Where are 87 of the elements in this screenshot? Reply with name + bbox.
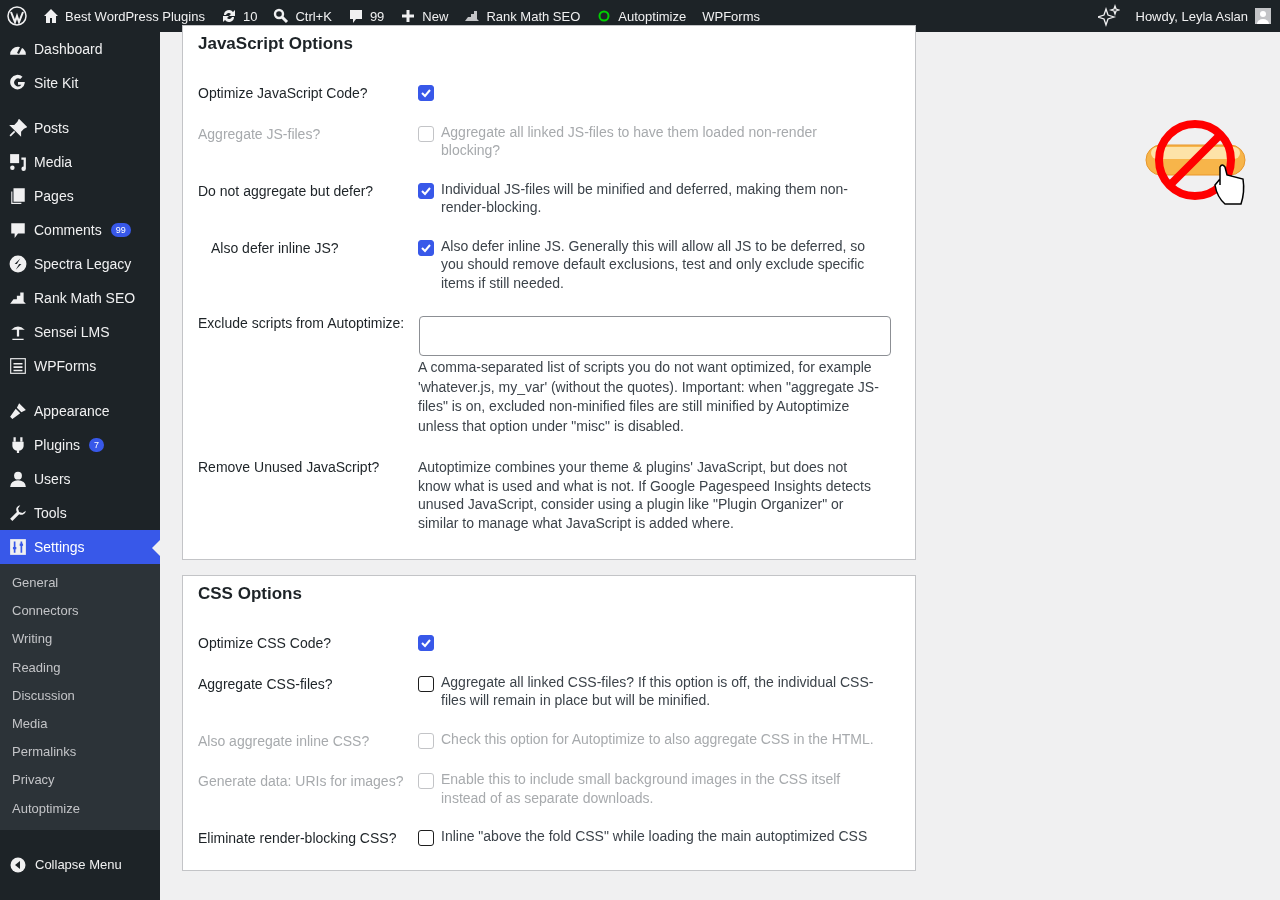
toolbar-link[interactable]: WPForms xyxy=(702,8,760,24)
option-label: Optimize CSS Code? xyxy=(198,634,333,653)
menu-item[interactable]: Settings xyxy=(0,530,160,564)
field-description: A comma-separated list of scripts you do not want optimized, for example 'whatever.js, my_var' (without the quotes). Important: when "aggregate JS-files" is on, excluded non-minified files are still minified by Autoptimize unless that option under "misc" is disabled. xyxy=(418,358,880,436)
option-label: Eliminate render-blocking CSS? xyxy=(198,829,398,848)
exclude-scripts-field[interactable] xyxy=(419,316,891,356)
submenu-item[interactable]: Discussion xyxy=(0,681,160,710)
menu-item[interactable]: Sensei LMS xyxy=(0,315,160,349)
chart-icon xyxy=(9,289,27,307)
checkbox[interactable] xyxy=(418,182,434,199)
submenu-item[interactable]: Media xyxy=(0,709,160,739)
menu-item[interactable]: Appearance xyxy=(0,394,160,428)
tree-icon xyxy=(9,323,27,341)
sliders-icon xyxy=(9,538,27,556)
option-description: Check this option for Autoptimize to also aggregate CSS in the HTML. xyxy=(441,729,875,748)
menu-item[interactable]: Comments 99 xyxy=(0,213,160,247)
wordpress-logo-icon[interactable] xyxy=(7,6,27,26)
toolbar-link[interactable]: Ctrl+K xyxy=(295,8,332,24)
option-description: Aggregate all linked CSS-files? If this option is off, the individual CSS-files will remain in place but will be minified. xyxy=(441,672,875,710)
submenu-item[interactable]: Autoptimize xyxy=(0,794,160,823)
menu-item[interactable]: WPForms xyxy=(0,349,160,383)
option-label: Also defer inline JS? xyxy=(210,238,340,258)
menu-item[interactable]: Tools xyxy=(0,496,160,530)
checkbox[interactable] xyxy=(418,635,434,651)
menu-item[interactable]: Users xyxy=(0,462,160,496)
comment-icon xyxy=(9,221,27,239)
toolbar-link[interactable]: 99 xyxy=(369,8,385,24)
option-description: Inline "above the fold CSS" while loading the main autoptimized CSS xyxy=(441,827,869,846)
menu-item[interactable]: Dashboard xyxy=(0,32,160,66)
option-label: Do not aggregate but defer? xyxy=(198,181,375,201)
menu-item[interactable]: Pages xyxy=(0,179,160,213)
toolbar-link[interactable]: New xyxy=(422,8,449,24)
media-icon xyxy=(9,153,27,171)
pin-icon xyxy=(9,119,27,137)
checkbox[interactable] xyxy=(418,239,434,256)
toolbar-link[interactable]: Rank Math SEO xyxy=(486,8,581,24)
section-title: JavaScript Options xyxy=(198,33,354,55)
checkbox[interactable] xyxy=(418,675,434,692)
option-label: Aggregate CSS-files? xyxy=(198,674,334,694)
form-icon xyxy=(9,357,27,375)
brush-icon xyxy=(9,402,27,420)
submenu-item[interactable]: Connectors xyxy=(0,597,160,626)
submenu-item[interactable]: Reading xyxy=(0,653,160,682)
collapse-icon[interactable] xyxy=(10,856,26,873)
option-description: Aggregate all linked JS-files to have them loaded non-render blocking? xyxy=(441,122,818,160)
checkbox[interactable] xyxy=(418,85,434,101)
plus-icon[interactable] xyxy=(400,8,417,24)
option-label: Exclude scripts from Autoptimize: xyxy=(198,314,406,333)
wrench-icon xyxy=(9,504,27,522)
search-icon[interactable] xyxy=(273,8,290,24)
toolbar-link[interactable]: Best WordPress Plugins xyxy=(65,8,205,24)
option-description: Individual JS-files will be minified and deferred, making them non-render-blocking. xyxy=(441,179,849,217)
collapse-menu-link[interactable]: Collapse Menu xyxy=(35,857,122,873)
option-label: Optimize JavaScript Code? xyxy=(198,84,369,103)
menu-item[interactable]: Posts xyxy=(0,111,160,145)
chart-icon[interactable] xyxy=(464,8,481,24)
comment-icon[interactable] xyxy=(347,8,364,24)
section-title: CSS Options xyxy=(198,583,303,605)
option-label: Generate data: URIs for images? xyxy=(198,772,405,791)
menu-item[interactable]: Spectra Legacy xyxy=(0,247,160,281)
menu-item[interactable]: Rank Math SEO xyxy=(0,281,160,315)
submenu-item[interactable]: Privacy xyxy=(0,766,160,795)
plug-icon xyxy=(9,436,27,454)
option-description: Also defer inline JS. Generally this will allow all JS to be deferred, so you should remove default exclusions, test and only exclude specific items if still needed. xyxy=(441,236,867,292)
user-icon xyxy=(9,470,27,488)
pages-icon xyxy=(9,187,27,205)
count-badge: 7 xyxy=(88,438,104,452)
menu-item[interactable]: Media xyxy=(0,145,160,179)
refresh-icon[interactable] xyxy=(220,8,237,24)
bolt-circle-icon xyxy=(9,255,27,273)
count-badge: 99 xyxy=(110,223,131,237)
option-description: Enable this to include small background images in the CSS itself instead of as separate downloads. xyxy=(441,770,842,807)
menu-item[interactable]: Site Kit xyxy=(0,66,160,100)
checkbox[interactable] xyxy=(418,830,434,846)
submenu-item[interactable]: General xyxy=(0,569,160,598)
option-label: Aggregate JS-files? xyxy=(198,124,322,144)
toolbar-link[interactable]: Autoptimize xyxy=(618,8,687,24)
submenu-item[interactable]: Writing xyxy=(0,625,160,654)
home-icon[interactable] xyxy=(43,8,59,24)
g-letter-icon xyxy=(9,74,27,92)
toolbar-link[interactable]: 10 xyxy=(242,8,258,24)
option-label: Also aggregate inline CSS? xyxy=(198,731,371,750)
menu-item[interactable]: Plugins 7 xyxy=(0,428,160,462)
option-label: Remove Unused JavaScript? xyxy=(198,458,381,477)
greeting-link[interactable]: Howdy, Leyla Aslan xyxy=(1135,8,1255,24)
option-description: Autoptimize combines your theme & plugins' JavaScript, but does not know what is used and what is not. If Google Pagespeed Insights detects unused JavaScript, consider using a plugin like "Plugin Organizer" or similar to manage what JavaScript is added where. xyxy=(418,458,872,533)
submenu-item[interactable]: Permalinks xyxy=(0,738,160,767)
